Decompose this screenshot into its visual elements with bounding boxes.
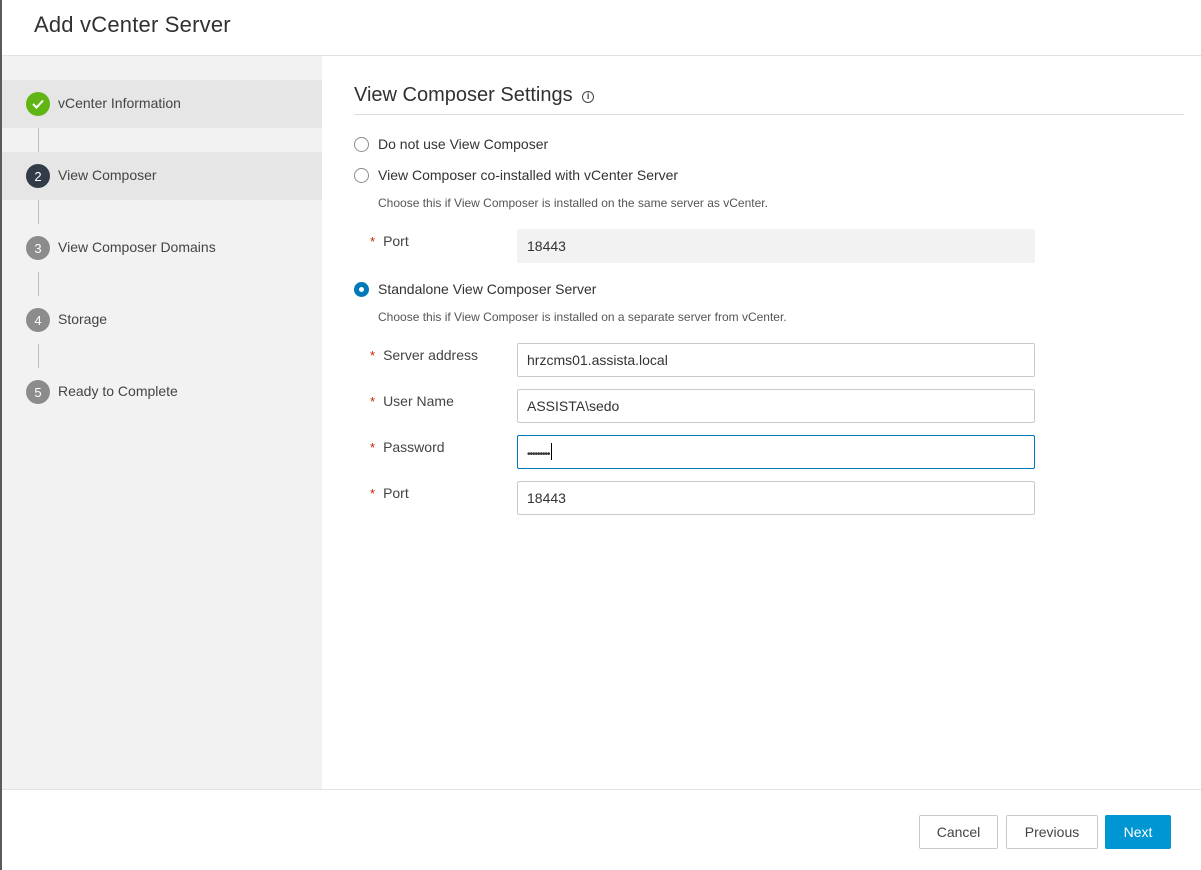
step-number-badge: 4 <box>26 308 50 332</box>
step-number-badge: 2 <box>26 164 50 188</box>
step-number-badge: 5 <box>26 380 50 404</box>
step-connector <box>38 344 39 368</box>
password-input[interactable]: ••••••••• <box>517 435 1035 469</box>
dialog-footer: Cancel Previous Next <box>2 789 1201 870</box>
password-masked-value: ••••••••• <box>527 449 550 460</box>
add-vcenter-dialog: Add vCenter Server vCenter Information 2… <box>0 0 1201 870</box>
username-label: * User Name <box>370 393 454 409</box>
step-vcenter-information[interactable]: vCenter Information <box>2 80 322 128</box>
coinstalled-port-label: * Port <box>370 233 409 249</box>
step-ready-to-complete[interactable]: 5 Ready to Complete <box>2 368 322 416</box>
server-address-label: * Server address <box>370 347 478 363</box>
step-view-composer-domains[interactable]: 3 View Composer Domains <box>2 224 322 272</box>
step-number-badge: 3 <box>26 236 50 260</box>
section-title: View Composer Settings i <box>354 84 595 107</box>
step-connector <box>38 200 39 224</box>
required-marker: * <box>370 394 376 409</box>
step-storage[interactable]: 4 Storage <box>2 296 322 344</box>
step-view-composer[interactable]: 2 View Composer <box>2 152 322 200</box>
step-label: View Composer <box>58 167 157 183</box>
dialog-header: Add vCenter Server <box>2 0 1201 56</box>
step-connector <box>38 128 39 152</box>
radio-label: Standalone View Composer Server <box>378 281 597 297</box>
section-title-text: View Composer Settings <box>354 84 573 106</box>
radio-label: View Composer co-installed with vCenter … <box>378 167 679 183</box>
coinstalled-port-input: 18443 <box>517 229 1035 263</box>
required-marker: * <box>370 234 376 249</box>
coinstalled-helper-text: Choose this if View Composer is installe… <box>378 196 768 210</box>
wizard-content: View Composer Settings i Do not use View… <box>322 56 1201 789</box>
username-input[interactable]: ASSISTA\sedo <box>517 389 1035 423</box>
dialog-title: Add vCenter Server <box>34 12 231 37</box>
step-label: Storage <box>58 311 108 327</box>
radio-label: Do not use View Composer <box>378 136 549 152</box>
step-label: Ready to Complete <box>58 383 178 399</box>
standalone-port-label: * Port <box>370 485 409 501</box>
radio-standalone[interactable] <box>354 281 369 297</box>
text-caret <box>550 443 552 460</box>
step-label: View Composer Domains <box>58 239 216 255</box>
required-marker: * <box>370 440 376 455</box>
option-coinstalled[interactable]: View Composer co-installed with vCenter … <box>354 165 678 185</box>
previous-button[interactable]: Previous <box>1006 815 1098 849</box>
section-divider <box>354 114 1184 115</box>
step-label: vCenter Information <box>58 95 181 111</box>
standalone-port-input[interactable]: 18443 <box>517 481 1035 515</box>
option-no-composer[interactable]: Do not use View Composer <box>354 134 548 154</box>
password-label: * Password <box>370 439 445 455</box>
radio-no-composer[interactable] <box>354 136 369 152</box>
cancel-button[interactable]: Cancel <box>919 815 998 849</box>
check-icon <box>26 92 50 116</box>
radio-coinstalled[interactable] <box>354 167 369 183</box>
server-address-input[interactable]: hrzcms01.assista.local <box>517 343 1035 377</box>
option-standalone[interactable]: Standalone View Composer Server <box>354 279 596 299</box>
required-marker: * <box>370 486 376 501</box>
wizard-steps-sidebar: vCenter Information 2 View Composer 3 Vi… <box>2 56 322 789</box>
next-button[interactable]: Next <box>1105 815 1171 849</box>
info-icon[interactable]: i <box>582 91 595 103</box>
step-connector <box>38 272 39 296</box>
standalone-helper-text: Choose this if View Composer is installe… <box>378 310 787 324</box>
required-marker: * <box>370 348 376 363</box>
